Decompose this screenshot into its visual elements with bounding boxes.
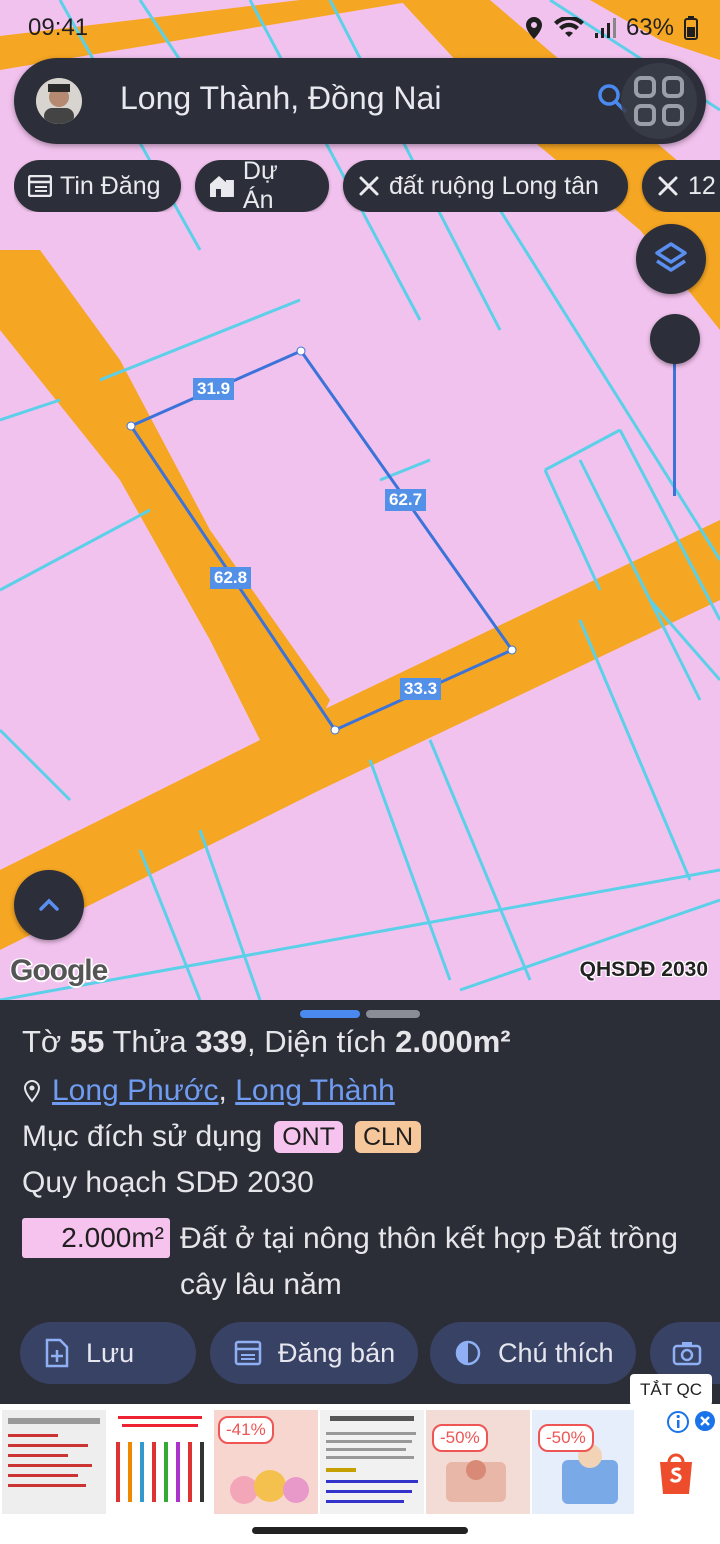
filter-chips: Tin Đăng Dự Án đất ruộng Long tân 12 [14,160,720,212]
legend-button[interactable]: Chú thích [430,1322,636,1384]
area-prefix: , Diện tích [246,1024,387,1059]
tools-icon [658,176,678,196]
purpose-label: Mục đích sử dụng [22,1120,263,1153]
ad-thumbnail[interactable]: -50% [532,1410,634,1514]
ad-close-icon[interactable] [694,1410,716,1432]
expand-up-button[interactable] [14,870,84,940]
legend-label: Chú thích [498,1337,614,1368]
save-label: Lưu [86,1337,135,1368]
discount-badge: -50% [432,1424,488,1452]
lot-number: 339 [195,1024,247,1059]
search-title[interactable]: Long Thành, Đồng Nai [120,80,441,117]
home-indicator[interactable] [252,1527,468,1534]
chip-label: Dự Án [242,160,278,212]
layer-label: QHSDĐ 2030 [579,958,708,981]
save-icon [45,1338,69,1368]
segment-length-label: 31.9 [193,378,235,400]
camera-icon [672,1342,702,1366]
wifi-icon [553,17,584,37]
battery-icon [684,16,698,40]
battery-percent: 63% [625,14,674,41]
post-icon [234,1340,262,1366]
parcel-vertex [507,645,517,655]
chip-projects[interactable]: Dự Án [195,160,329,212]
parcel-summary: Tờ 55 Thửa 339, Diện tích 2.000m² [22,1024,511,1060]
plan-area-badge: 2.000m² [22,1218,170,1258]
location-icon [525,17,542,39]
ward-link[interactable]: Long Phước [52,1074,219,1107]
parcel-vertex [330,725,340,735]
opacity-slider-track[interactable] [673,360,676,496]
discount-badge: -50% [538,1424,594,1452]
google-attribution: Google [10,954,108,987]
sheet-handle[interactable] [366,1010,420,1018]
ad-thumbnail[interactable]: -41% [214,1410,318,1514]
ad-banner[interactable]: TẮT QC -41% -50% -50% [0,1374,720,1544]
purpose-tag-ont: ONT [274,1121,343,1153]
avatar[interactable] [36,78,82,124]
parcel-vertex [126,421,136,431]
lot-prefix: Thửa [112,1024,187,1059]
post-for-sale-button[interactable]: Đăng bán [210,1322,418,1384]
map-view[interactable]: 31.9 62.7 62.8 33.3 09:41 63% Long Thành… [0,0,720,1000]
opacity-slider-thumb[interactable] [650,314,700,364]
discount-badge: -41% [218,1416,274,1444]
sheet-handle-active[interactable] [300,1010,360,1018]
chip-listings[interactable]: Tin Đăng [14,160,181,212]
parcel-info-sheet: Tờ 55 Thửa 339, Diện tích 2.000m² Long P… [0,1000,720,1404]
chevron-up-icon [39,898,59,911]
post-label: Đăng bán [278,1337,396,1368]
ad-thumbnail[interactable]: -50% [426,1410,530,1514]
close-ads-button[interactable]: TẮT QC [629,1374,712,1406]
plan-title: Quy hoạch SDĐ 2030 [22,1166,314,1199]
location-pin-icon [23,1079,41,1103]
status-time: 09:41 [28,14,89,41]
sheet-number: 55 [69,1024,105,1059]
layers-button[interactable] [636,224,706,294]
segment-length-label: 62.7 [385,489,427,511]
chip-label: đất ruộng Long tân [389,171,599,200]
plan-description: Đất ở tại nông thôn kết hợp Đất trồng câ… [180,1222,678,1301]
legend-icon [455,1340,481,1366]
shopee-logo-icon [660,1453,692,1494]
ad-info-icon[interactable] [666,1410,690,1434]
parcel-vertex [296,346,306,356]
chip-label: Tin Đăng [60,171,161,200]
ad-thumbnail[interactable] [320,1410,424,1514]
sheet-prefix: Tờ [22,1024,62,1059]
map-canvas[interactable] [0,0,720,1000]
land-use-purpose: Mục đích sử dụng ONT CLN [22,1120,422,1154]
segment-length-label: 62.8 [210,567,252,589]
apps-grid-icon[interactable] [620,62,698,140]
district-link[interactable]: Long Thành [235,1074,395,1107]
tools-icon [359,176,379,196]
chip-saved-search[interactable]: đất ruộng Long tân [343,160,628,212]
layers-icon [655,242,687,272]
ad-thumbnail[interactable] [2,1410,106,1514]
location-separator: , [218,1074,227,1107]
search-bar[interactable]: Long Thành, Đồng Nai [14,58,706,144]
status-bar: 09:41 63% [0,0,720,56]
area-value: 2.000m² [395,1024,511,1059]
chip-more[interactable]: 12 [642,160,720,212]
save-button[interactable]: Lưu [20,1322,196,1384]
parcel-location: Long Phước, Long Thành [22,1074,395,1108]
building-icon [209,176,234,197]
listing-icon [28,175,52,197]
ad-thumbnail[interactable] [108,1410,212,1514]
signal-icon [594,18,616,38]
chip-label: 12 [688,171,716,200]
purpose-tag-cln: CLN [355,1121,422,1153]
segment-length-label: 33.3 [400,678,442,700]
